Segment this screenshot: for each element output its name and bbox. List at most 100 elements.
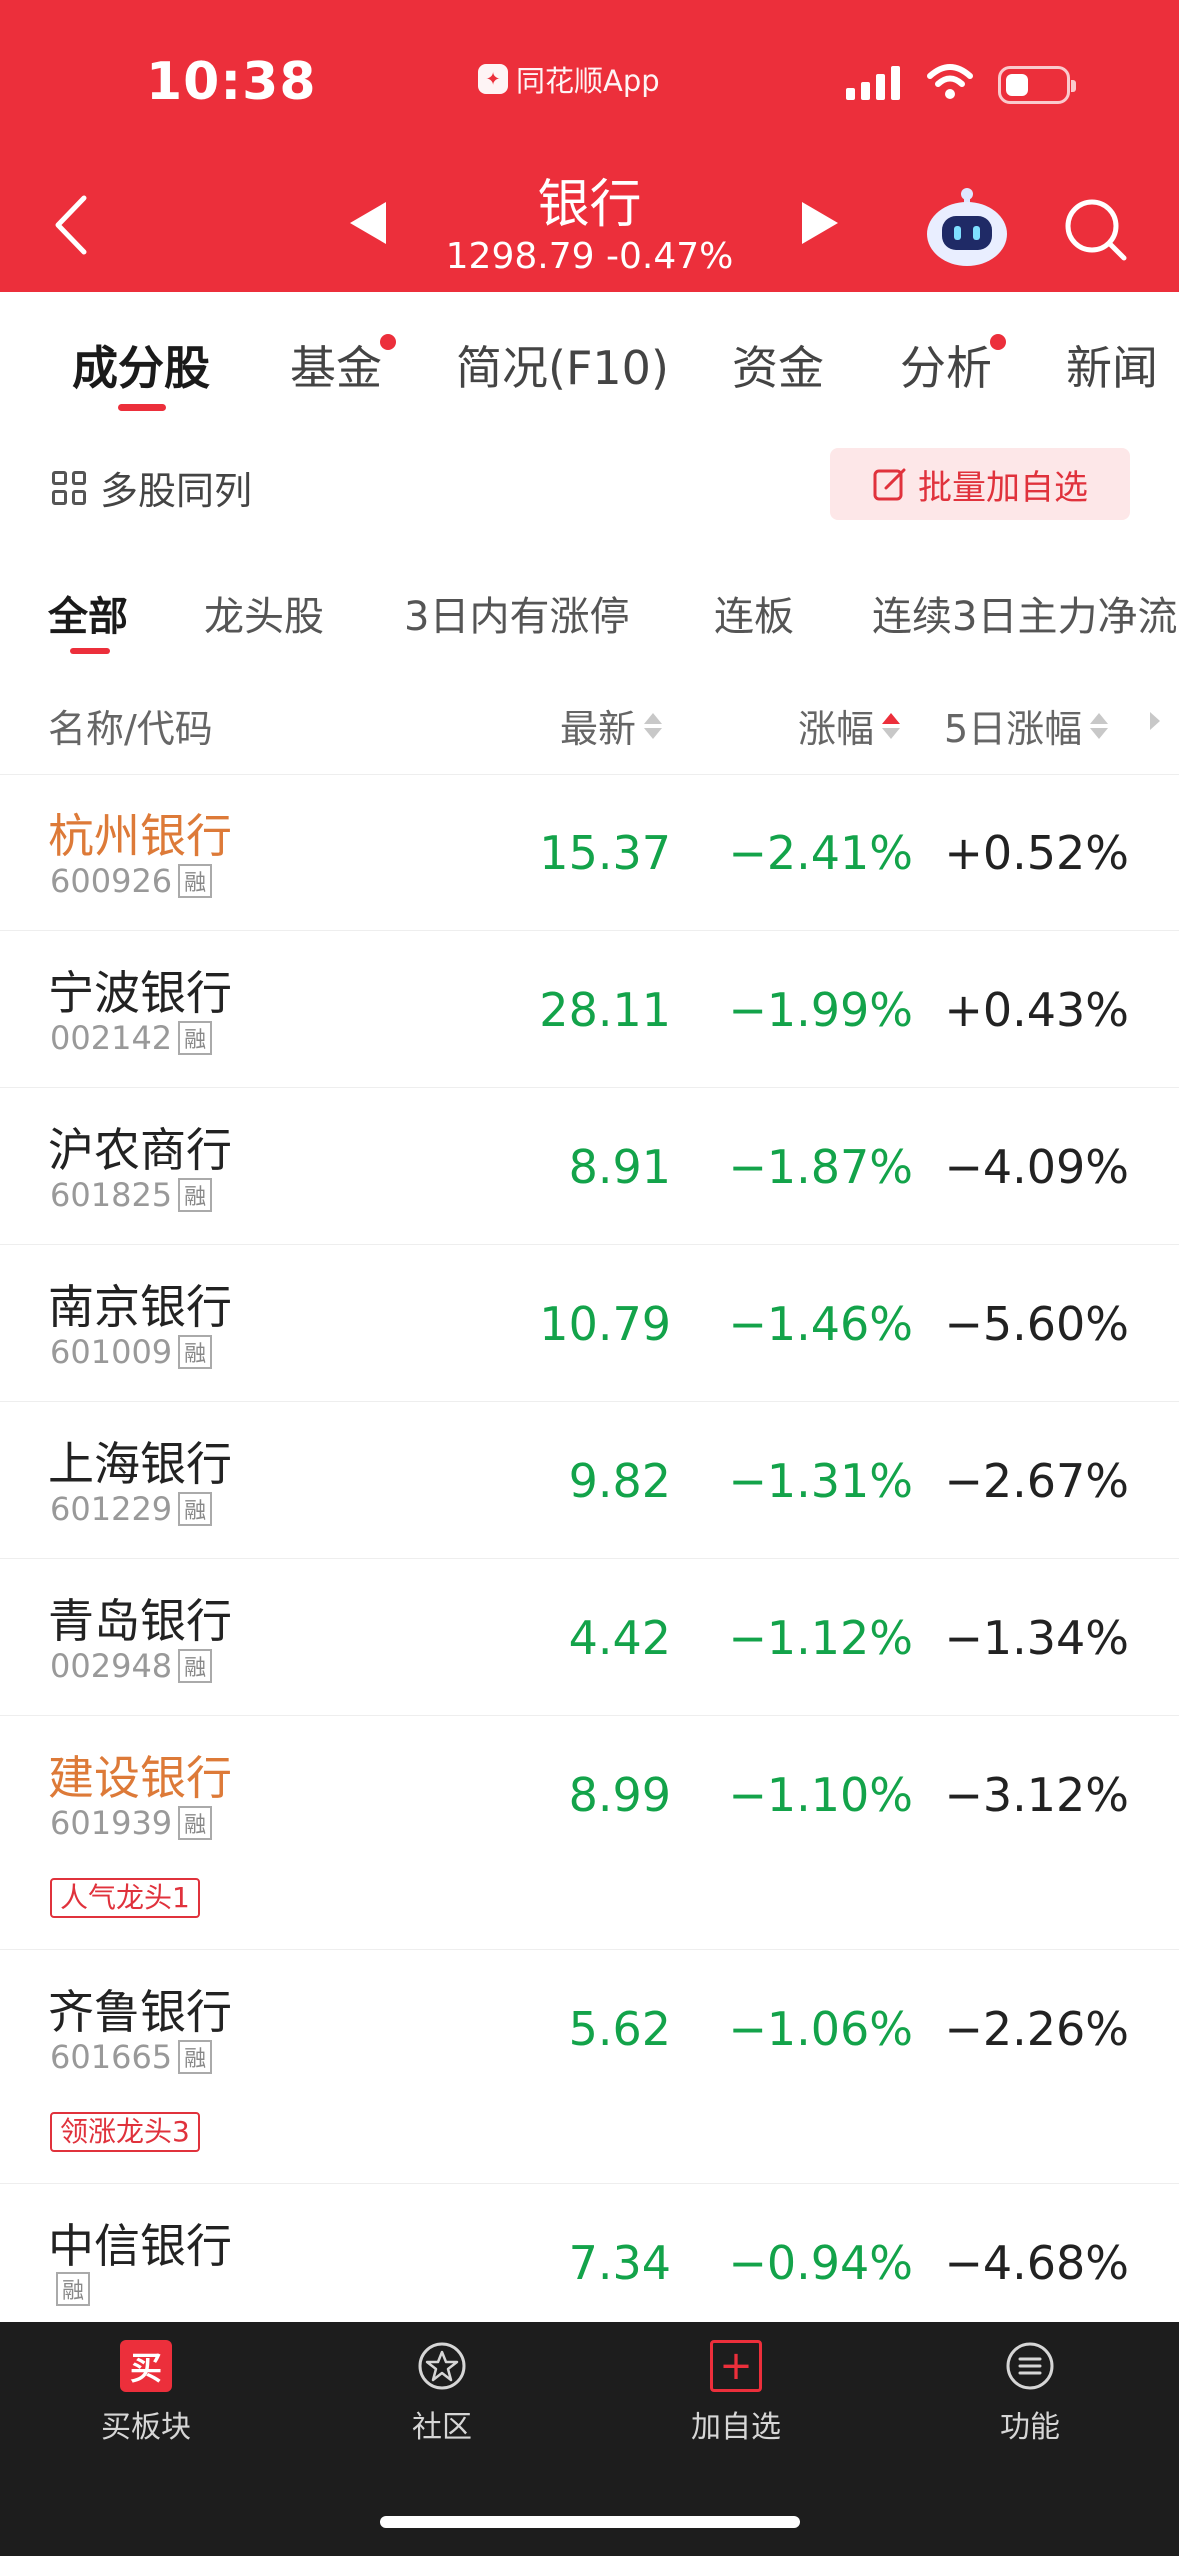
table-row[interactable]: 杭州银行 600926 融 15.37 −2.41% +0.52%	[0, 774, 1179, 931]
more-columns-arrow-icon[interactable]	[1150, 712, 1160, 730]
table-row[interactable]: 青岛银行 002948 融 4.42 −1.12% −1.34%	[0, 1559, 1179, 1716]
search-icon[interactable]	[1062, 196, 1128, 262]
tab-news[interactable]: 新闻	[1066, 332, 1158, 398]
leader-badge[interactable]: 领涨龙头3	[50, 2112, 200, 2152]
stock-code: 002948 融	[50, 1647, 213, 1685]
multi-stock-list-label: 多股同列	[100, 469, 253, 513]
nav-functions[interactable]: 功能	[930, 2340, 1130, 2446]
stock-code: 601009 融	[50, 1333, 213, 1371]
margin-tag: 融	[178, 1649, 213, 1683]
stock-name: 杭州银行	[48, 809, 232, 863]
column-latest[interactable]: 最新	[560, 698, 663, 753]
next-sector-icon[interactable]	[800, 200, 840, 246]
stock-change: −1.06%	[728, 2002, 913, 2056]
stock-change: −0.94%	[728, 2236, 913, 2290]
table-row[interactable]: 南京银行 601009 融 10.79 −1.46% −5.60%	[0, 1245, 1179, 1402]
stock-price: 8.99	[568, 1768, 671, 1822]
stock-name: 齐鲁银行	[48, 1985, 232, 2039]
stock-change: −1.10%	[728, 1768, 913, 1822]
sort-icon	[1090, 712, 1109, 739]
column-change[interactable]: 涨幅	[798, 698, 901, 753]
notification-dot	[380, 334, 396, 350]
leader-badge[interactable]: 人气龙头1	[50, 1878, 200, 1918]
buy-icon: 买	[120, 2340, 172, 2392]
stock-change-5d: −3.12%	[944, 1768, 1129, 1822]
stock-price: 15.37	[539, 826, 671, 880]
community-icon	[416, 2340, 468, 2392]
index-value: 1298.79	[445, 236, 595, 277]
nav-label: 功能	[1000, 2410, 1060, 2445]
stock-code: 融	[50, 2272, 90, 2306]
app-name-label: 同花顺App	[516, 64, 660, 98]
table-row[interactable]: 上海银行 601229 融 9.82 −1.31% −2.67%	[0, 1402, 1179, 1559]
stock-name: 南京银行	[48, 1280, 232, 1334]
filter-limit-up-3d[interactable]: 3日内有涨停	[404, 584, 629, 642]
stock-change: −1.31%	[728, 1454, 913, 1508]
stock-change: −1.99%	[728, 983, 913, 1037]
home-indicator[interactable]	[380, 2516, 800, 2528]
stock-price: 5.62	[568, 2002, 671, 2056]
nav-add-watchlist[interactable]: + 加自选	[636, 2340, 836, 2446]
sort-icon	[644, 712, 663, 739]
margin-tag: 融	[178, 2040, 213, 2074]
stock-name: 建设银行	[48, 1751, 232, 1805]
nav-buy-sector[interactable]: 买 买板块	[46, 2340, 246, 2446]
column-change-5d[interactable]: 5日涨幅	[944, 698, 1109, 753]
stock-price: 7.34	[568, 2236, 671, 2290]
cellular-signal-icon	[846, 66, 900, 100]
stock-price: 28.11	[539, 983, 671, 1037]
header-bar: 10:38 ✦ 同花顺App 银行 1298.79 -0.47%	[0, 0, 1179, 292]
filter-leaders[interactable]: 龙头股	[204, 584, 324, 642]
table-row[interactable]: 沪农商行 601825 融 8.91 −1.87% −4.09%	[0, 1088, 1179, 1245]
stock-price: 10.79	[539, 1297, 671, 1351]
margin-tag: 融	[178, 1178, 213, 1212]
stock-list: 杭州银行 600926 融 15.37 −2.41% +0.52% 宁波银行 00…	[0, 774, 1179, 2322]
stock-change-5d: −4.68%	[944, 2236, 1129, 2290]
filter-main-inflow-3d[interactable]: 连续3日主力净流	[872, 584, 1177, 642]
margin-tag: 融	[178, 1492, 213, 1526]
nav-label: 社区	[412, 2410, 472, 2445]
stock-name: 宁波银行	[48, 966, 232, 1020]
stock-change: −1.12%	[728, 1611, 913, 1665]
status-time: 10:38	[146, 52, 317, 112]
wifi-icon	[927, 64, 973, 99]
stock-price: 8.91	[568, 1140, 671, 1194]
nav-label: 买板块	[101, 2410, 191, 2445]
tab-funds[interactable]: 基金	[290, 332, 396, 398]
robot-assistant-icon[interactable]	[924, 186, 1010, 268]
nav-community[interactable]: 社区	[342, 2340, 542, 2446]
stock-name: 中信银行	[48, 2219, 232, 2273]
stock-price: 4.42	[568, 1611, 671, 1665]
margin-tag: 融	[178, 1335, 213, 1369]
multi-stock-list-button[interactable]: 多股同列	[52, 460, 252, 515]
index-change: -0.47%	[605, 236, 734, 277]
stock-change-5d: −4.09%	[944, 1140, 1129, 1194]
column-name-code: 名称/代码	[48, 707, 213, 751]
tab-profile-f10[interactable]: 简况(F10)	[456, 332, 669, 398]
tab-capital[interactable]: 资金	[732, 332, 824, 398]
stock-code: 601665 融	[50, 2038, 213, 2076]
top-tab-bar: 成分股 基金 简况(F10) 资金 分析 新闻	[0, 292, 1179, 422]
stock-name: 沪农商行	[48, 1123, 232, 1177]
stock-code: 600926 融	[50, 862, 213, 900]
filter-all[interactable]: 全部	[48, 584, 128, 642]
table-row[interactable]: 建设银行 601939 融 8.99 −1.10% −3.12% 人气龙头1	[0, 1716, 1179, 1950]
table-header: 名称/代码 最新 涨幅 5日涨幅	[0, 690, 1179, 775]
batch-add-watchlist-button[interactable]: 批量加自选	[830, 448, 1130, 520]
table-row[interactable]: 中信银行 融 7.34 −0.94% −4.68%	[0, 2184, 1179, 2322]
stock-change: −2.41%	[728, 826, 913, 880]
tab-analysis[interactable]: 分析	[900, 332, 1006, 398]
grid-icon	[52, 470, 86, 505]
add-watchlist-icon: +	[710, 2340, 762, 2392]
tab-constituents[interactable]: 成分股	[72, 332, 210, 398]
table-row[interactable]: 齐鲁银行 601665 融 5.62 −1.06% −2.26% 领涨龙头3	[0, 1950, 1179, 2184]
table-row[interactable]: 宁波银行 002142 融 28.11 −1.99% +0.43%	[0, 931, 1179, 1088]
margin-tag: 融	[178, 1806, 213, 1840]
stock-change-5d: −5.60%	[944, 1297, 1129, 1351]
stock-name: 青岛银行	[48, 1594, 232, 1648]
filter-consecutive-limit[interactable]: 连板	[714, 584, 794, 642]
stock-change: −1.46%	[728, 1297, 913, 1351]
stock-change-5d: +0.43%	[944, 983, 1129, 1037]
edit-icon	[873, 468, 906, 501]
notification-dot	[990, 334, 1006, 350]
